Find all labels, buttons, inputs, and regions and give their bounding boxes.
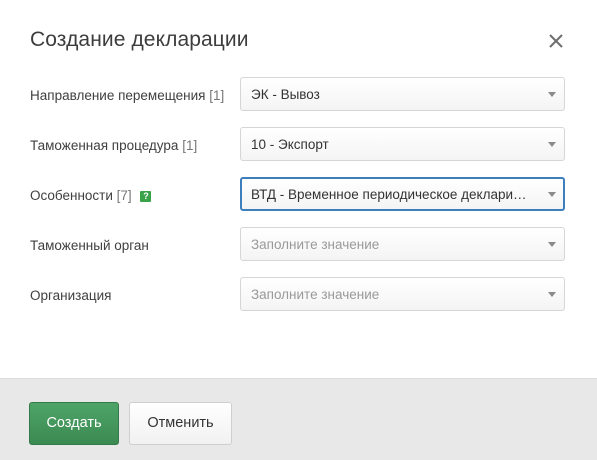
field-row-features: Особенности [7] ? ВТД - Временное период… — [0, 177, 597, 211]
field-row-customs-office: Таможенный орган Заполните значение — [0, 227, 597, 261]
procedure-count: [1] — [182, 138, 198, 153]
direction-label-text: Направление перемещения — [30, 88, 206, 103]
chevron-down-icon — [548, 192, 556, 197]
direction-value: ЭК - Вывоз — [251, 87, 320, 102]
customs-office-label-text: Таможенный орган — [30, 238, 149, 253]
customs-office-label: Таможенный орган — [30, 238, 149, 253]
direction-select[interactable]: ЭК - Вывоз — [240, 77, 565, 111]
organization-placeholder: Заполните значение — [251, 287, 380, 302]
features-count: [7] — [116, 188, 132, 203]
dialog-footer: Создать Отменить — [0, 378, 597, 460]
customs-office-select[interactable]: Заполните значение — [240, 227, 565, 261]
organization-label-text: Организация — [30, 288, 112, 303]
features-label-text: Особенности — [30, 188, 113, 203]
field-row-direction: Направление перемещения [1] ЭК - Вывоз — [0, 77, 597, 111]
chevron-down-icon — [548, 142, 556, 147]
cancel-button[interactable]: Отменить — [129, 402, 232, 445]
dialog-title: Создание декларации — [30, 28, 249, 51]
procedure-value: 10 - Экспорт — [251, 137, 329, 152]
field-row-organization: Организация Заполните значение — [0, 277, 597, 311]
procedure-label: Таможенная процедура [1] — [30, 138, 197, 153]
direction-label: Направление перемещения [1] — [30, 88, 224, 103]
organization-label: Организация — [30, 288, 111, 303]
chevron-down-icon — [548, 292, 556, 297]
features-value: ВТД - Временное периодическое деклариров… — [251, 187, 533, 202]
organization-select[interactable]: Заполните значение — [240, 277, 565, 311]
customs-office-placeholder: Заполните значение — [251, 237, 380, 252]
create-button[interactable]: Создать — [29, 402, 119, 445]
chevron-down-icon — [548, 242, 556, 247]
close-icon[interactable] — [545, 30, 567, 52]
chevron-down-icon — [548, 92, 556, 97]
direction-count: [1] — [209, 88, 225, 103]
create-declaration-dialog: Создание декларации Направление перемеще… — [0, 0, 597, 460]
features-label: Особенности [7] ? — [30, 188, 152, 203]
features-select[interactable]: ВТД - Временное периодическое деклариров… — [240, 177, 565, 211]
help-icon[interactable]: ? — [140, 191, 152, 202]
field-row-procedure: Таможенная процедура [1] 10 - Экспорт — [0, 127, 597, 161]
procedure-label-text: Таможенная процедура — [30, 138, 179, 153]
procedure-select[interactable]: 10 - Экспорт — [240, 127, 565, 161]
